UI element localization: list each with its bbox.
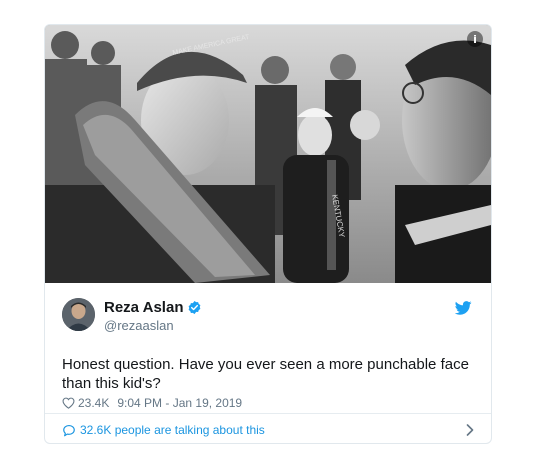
avatar[interactable]: [62, 298, 95, 331]
like-count[interactable]: 23.4K: [78, 396, 109, 410]
talking-link[interactable]: 32.6K people are talking about this: [62, 421, 474, 439]
tweet-photo[interactable]: KENTUCKY MAKE AMERICA GREAT i: [45, 25, 491, 283]
tweet-card[interactable]: KENTUCKY MAKE AMERICA GREAT i Reza Aslan…: [44, 24, 492, 444]
talking-label: 32.6K people are talking about this: [80, 423, 265, 437]
author-handle[interactable]: @rezaaslan: [104, 318, 174, 333]
comment-bubble-icon: [63, 424, 75, 436]
timestamp[interactable]: 9:04 PM - Jan 19, 2019: [117, 396, 242, 410]
twitter-bird-icon[interactable]: [455, 301, 472, 315]
divider: [45, 413, 491, 414]
tweet-meta: 23.4K 9:04 PM - Jan 19, 2019: [62, 396, 242, 410]
tweet-author: Reza Aslan @rezaaslan: [62, 298, 482, 338]
heart-icon[interactable]: [62, 397, 75, 409]
verified-badge-icon: [189, 300, 201, 315]
photo-illustration: KENTUCKY MAKE AMERICA GREAT: [45, 25, 491, 283]
info-icon[interactable]: i: [467, 31, 483, 47]
name-row: Reza Aslan: [104, 299, 202, 316]
chevron-right-icon: [466, 424, 474, 436]
author-name[interactable]: Reza Aslan: [104, 299, 183, 316]
tweet-text: Honest question. Have you ever seen a mo…: [62, 356, 469, 392]
